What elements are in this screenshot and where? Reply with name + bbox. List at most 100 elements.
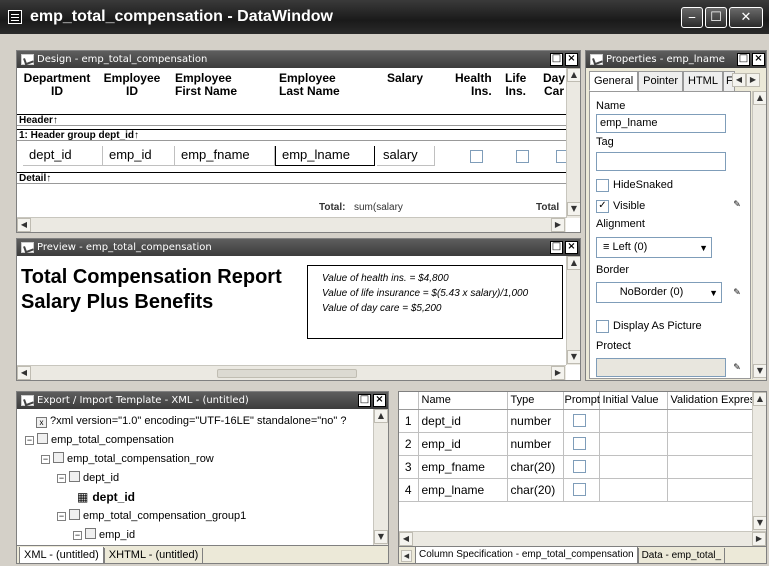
design-close-button[interactable]: × (565, 53, 578, 66)
table-row[interactable]: 2 emp_id number (399, 432, 753, 456)
prompt-checkbox[interactable] (572, 483, 586, 496)
tab-column-specification[interactable]: Column Specification - emp_total_compens… (415, 547, 638, 563)
tab-right-icon[interactable]: ▶ (746, 73, 760, 87)
cell-type[interactable]: number (507, 409, 564, 433)
cell-type[interactable]: char(20) (507, 455, 564, 479)
scroll-down-icon[interactable]: ▼ (567, 350, 580, 364)
header-band[interactable]: Header↑ (17, 114, 566, 126)
border-expression-icon[interactable]: ✎ (730, 287, 744, 301)
scroll-up-icon[interactable]: ▲ (753, 91, 766, 105)
name-field[interactable]: emp_lname (596, 114, 726, 133)
export-close-button[interactable]: × (373, 394, 386, 407)
tree-item[interactable]: − emp_total_compensation (25, 431, 370, 450)
columns-horizontal-scrollbar[interactable]: ◀ ▶ (399, 531, 766, 546)
col-header-type[interactable]: Type (507, 392, 564, 410)
scroll-up-icon[interactable]: ▲ (567, 256, 580, 270)
tree-item[interactable]: − emp_total_compensation_row (25, 450, 370, 469)
field-dept-id[interactable]: dept_id (23, 146, 103, 166)
close-button[interactable]: ✕ (729, 7, 763, 28)
display-as-picture-checkbox[interactable] (596, 320, 609, 333)
cell-name[interactable]: emp_lname (418, 478, 508, 502)
prompt-checkbox[interactable] (572, 414, 586, 427)
hidesnaked-checkbox[interactable] (596, 179, 609, 192)
collapse-icon[interactable]: − (57, 474, 66, 483)
cell-prompt[interactable] (563, 432, 600, 456)
cell-initial-value[interactable] (599, 409, 668, 433)
collapse-icon[interactable]: − (57, 512, 66, 521)
cell-initial-value[interactable] (599, 432, 668, 456)
design-maximize-button[interactable]: □ (550, 53, 563, 66)
protect-field[interactable] (596, 358, 726, 377)
total-label-right[interactable]: Total (536, 202, 559, 213)
scroll-right-icon[interactable]: ▶ (551, 218, 565, 232)
minimize-button[interactable]: ⎯ (681, 7, 703, 28)
border-dropdown[interactable]: NoBorder (0) ▼ (596, 282, 722, 303)
cell-name[interactable]: dept_id (418, 409, 508, 433)
tab-left-icon[interactable]: ◀ (732, 73, 746, 87)
chevron-down-icon[interactable]: ▼ (699, 239, 708, 258)
tag-field[interactable] (596, 152, 726, 171)
scroll-left-icon[interactable]: ◀ (17, 218, 31, 232)
prompt-checkbox[interactable] (572, 437, 586, 450)
export-maximize-button[interactable]: □ (358, 394, 371, 407)
field-salary[interactable]: salary (377, 146, 435, 166)
col-header-initial-value[interactable]: Initial Value (599, 392, 668, 410)
protect-expression-icon[interactable]: ✎ (730, 362, 744, 376)
scroll-down-icon[interactable]: ▼ (567, 202, 580, 216)
cell-prompt[interactable] (563, 409, 600, 433)
chevron-down-icon[interactable]: ▼ (709, 284, 718, 303)
cell-type[interactable]: char(20) (507, 478, 564, 502)
table-row[interactable]: 1 dept_id number (399, 409, 753, 433)
cell-validation[interactable] (667, 478, 753, 502)
cell-initial-value[interactable] (599, 478, 668, 502)
preview-maximize-button[interactable]: □ (550, 241, 563, 254)
visible-checkbox[interactable]: ✓ (596, 200, 609, 213)
cell-validation[interactable] (667, 455, 753, 479)
cell-type[interactable]: number (507, 432, 564, 456)
collapse-icon[interactable]: − (73, 531, 82, 540)
tree-item-selected[interactable]: ▦ dept_id (25, 488, 370, 507)
tab-pointer[interactable]: Pointer (638, 71, 683, 91)
table-row[interactable]: 3 emp_fname char(20) (399, 455, 753, 479)
tree-item[interactable]: − emp_total_compensation_group1 (25, 507, 370, 526)
sum-salary-expression[interactable]: sum(salary (354, 202, 403, 213)
design-canvas[interactable]: Department ID Employee ID Employee First Na… (17, 68, 569, 218)
field-emp-lname-selected[interactable]: emp_lname (275, 146, 375, 166)
cell-initial-value[interactable] (599, 455, 668, 479)
properties-vertical-scrollbar[interactable]: ▲ ▼ (752, 91, 766, 379)
scroll-right-icon[interactable]: ▶ (752, 532, 766, 546)
prompt-checkbox[interactable] (572, 460, 586, 473)
detail-band[interactable]: Detail↑ (17, 172, 566, 184)
col-header-validation[interactable]: Validation Expres (667, 392, 755, 410)
design-horizontal-scrollbar[interactable]: ◀ ▶ (17, 217, 566, 232)
design-vertical-scrollbar[interactable]: ▲ ▼ (566, 68, 580, 218)
cell-validation[interactable] (667, 409, 753, 433)
tree-item[interactable]: x ?xml version="1.0" encoding="UTF-16LE" … (25, 412, 370, 431)
columns-vertical-scrollbar[interactable]: ▲ ▼ (752, 392, 766, 531)
cell-name[interactable]: emp_fname (418, 455, 508, 479)
scroll-up-icon[interactable]: ▲ (374, 409, 388, 423)
collapse-icon[interactable]: − (41, 455, 50, 464)
preview-vertical-scrollbar[interactable]: ▲ ▼ (566, 256, 580, 365)
scroll-thumb[interactable] (217, 369, 357, 378)
properties-maximize-button[interactable]: □ (737, 53, 750, 66)
scroll-up-icon[interactable]: ▲ (753, 392, 766, 406)
group-header-band[interactable]: 1: Header group dept_id↑ (17, 129, 566, 141)
scroll-down-icon[interactable]: ▼ (753, 364, 766, 378)
field-emp-id[interactable]: emp_id (103, 146, 175, 166)
tree-item[interactable]: − dept_id (25, 469, 370, 488)
preview-close-button[interactable]: × (565, 241, 578, 254)
tree-item[interactable]: − emp_id (25, 526, 370, 545)
tab-data[interactable]: Data - emp_total_ (637, 548, 726, 563)
col-header-prompt[interactable]: Prompt (563, 392, 600, 410)
collapse-icon[interactable]: − (25, 436, 34, 445)
scroll-left-icon[interactable]: ◀ (17, 366, 31, 380)
cell-name[interactable]: emp_id (418, 432, 508, 456)
cell-prompt[interactable] (563, 478, 600, 502)
field-emp-fname[interactable]: emp_fname (175, 146, 275, 166)
tab-html[interactable]: HTML (683, 71, 723, 91)
cell-validation[interactable] (667, 432, 753, 456)
tab-scroll-arrows[interactable]: ◀ ▶ (732, 73, 764, 87)
tab-xml[interactable]: XML - (untitled) (19, 547, 104, 563)
maximize-button[interactable]: ☐ (705, 7, 727, 28)
